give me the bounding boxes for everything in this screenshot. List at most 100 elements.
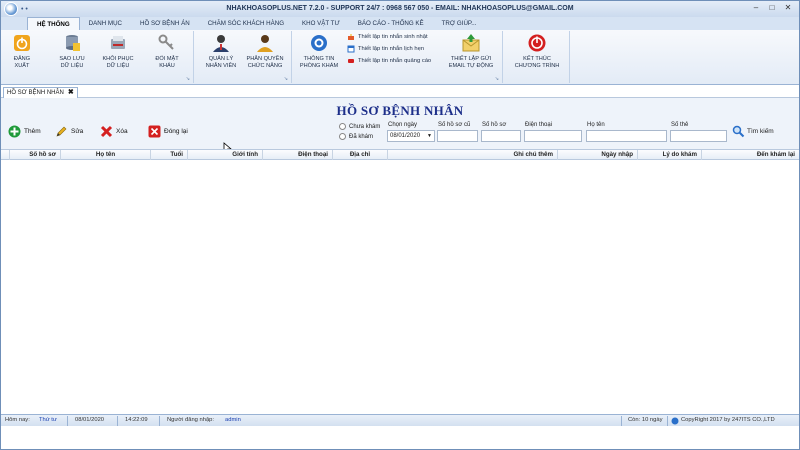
- col-dien-thoai[interactable]: Điện thoại: [263, 150, 333, 160]
- nguoi-dang-nhap-label: Người đăng nhập:: [167, 417, 215, 423]
- window-controls: – □ ✕: [749, 2, 795, 14]
- logout-icon: [14, 35, 30, 51]
- tin-nhan-quang-cao-button[interactable]: Thiết lập tin nhắn quảng cáo: [347, 57, 431, 65]
- xoa-label: Xóa: [116, 128, 128, 135]
- col-gioi-tinh[interactable]: Giới tính: [188, 150, 263, 160]
- exit-icon: [528, 34, 546, 52]
- radio-circle[interactable]: [339, 123, 346, 130]
- tin-nhan-sinh-nhat-label: Thiết lập tin nhắn sinh nhật: [358, 34, 428, 40]
- sua-label: Sửa: [71, 128, 84, 135]
- so-ho-so-cu-label: Số hồ sơ cũ: [438, 122, 471, 128]
- so-the-label: Số thẻ: [671, 122, 689, 128]
- maximize-icon[interactable]: □: [765, 2, 779, 14]
- email-tu-dong-button[interactable]: THIẾT LẬP GỬI EMAIL TỰ ĐỘNG: [443, 33, 499, 69]
- status-divider: [621, 416, 622, 426]
- col-ho-ten[interactable]: Họ tên: [61, 150, 151, 160]
- col-ly-do-kham[interactable]: Lý do khám: [638, 150, 702, 160]
- radio-da-kham[interactable]: Đã khám: [339, 133, 380, 140]
- radio-da-kham-label: Đã khám: [349, 133, 374, 140]
- ribbon-tabs: HỆ THỐNG DANH MỤC HỒ SƠ BỆNH ÁN CHĂM SÓC…: [1, 17, 799, 30]
- window-title: NHAKHOASOPLUS.NET 7.2.0 - SUPPORT 24/7 :…: [226, 5, 574, 12]
- exam-status-filter: Chưa khám Đã khám: [339, 123, 380, 143]
- row-indicator-header: [1, 150, 10, 160]
- tin-nhan-lich-hen-button[interactable]: Thiết lập tin nhắn lịch hẹn: [347, 45, 424, 53]
- tin-nhan-lich-hen-label: Thiết lập tin nhắn lịch hẹn: [358, 46, 425, 52]
- dang-xuat-label: ĐĂNG XUẤT: [13, 56, 31, 69]
- group-expand-icon[interactable]: ↘: [186, 76, 190, 82]
- col-ngay-nhap[interactable]: Ngày nhập: [558, 150, 638, 160]
- date-picker[interactable]: 08/01/2020 ▼: [387, 130, 435, 142]
- radio-chua-kham[interactable]: Chưa khám: [339, 123, 380, 130]
- doc-tab-label: HỒ SƠ BỆNH NHÂN: [7, 90, 64, 96]
- restore-icon: [111, 36, 125, 49]
- khoi-phuc-button[interactable]: KHÔI PHỤC DỮ LIỆU: [100, 33, 136, 69]
- email-tu-dong-label-1: THIẾT LẬP GỬI: [450, 56, 492, 62]
- col-ghi-chu-them[interactable]: Ghi chú thêm: [388, 150, 558, 160]
- phan-quyen-label-1: PHÂN QUYỀN: [246, 56, 284, 62]
- status-date: 08/01/2020: [75, 417, 105, 423]
- ho-ten-input[interactable]: [586, 130, 667, 142]
- sao-luu-button[interactable]: SAO LƯU DỮ LIỆU: [55, 33, 89, 69]
- thong-tin-label-1: THÔNG TIN: [303, 56, 335, 62]
- col-den-kham-lai[interactable]: Đến khám lại: [702, 150, 799, 160]
- close-tab-icon[interactable]: ✖: [68, 88, 74, 98]
- xoa-button[interactable]: Xóa: [100, 125, 128, 138]
- dang-xuat-button[interactable]: ĐĂNG XUẤT: [7, 33, 37, 69]
- tab-danh-muc[interactable]: DANH MỤC: [80, 17, 131, 30]
- bottom-band: [1, 426, 799, 449]
- col-so-ho-so[interactable]: Số hồ sơ: [10, 150, 61, 160]
- title-bar: • • NHAKHOASOPLUS.NET 7.2.0 - SUPPORT 24…: [1, 1, 799, 17]
- doi-mat-khau-label-1: ĐỔI MẬT: [155, 56, 179, 62]
- tab-kho-vat-tu[interactable]: KHO VẬT TƯ: [293, 17, 349, 30]
- dong-lai-button[interactable]: Đóng lại: [148, 125, 188, 138]
- so-ho-so-cu-input[interactable]: [437, 130, 478, 142]
- so-ho-so-input[interactable]: [481, 130, 521, 142]
- quan-ly-nhan-vien-label-2: NHÂN VIÊN: [205, 62, 237, 69]
- tab-he-thong[interactable]: HỆ THỐNG: [27, 17, 80, 30]
- tab-ho-so-benh-an[interactable]: HỒ SƠ BỆNH ÁN: [131, 17, 199, 30]
- doc-tab-ho-so-benh-nhan[interactable]: HỒ SƠ BỆNH NHÂN ✖: [3, 87, 78, 98]
- tin-nhan-sinh-nhat-button[interactable]: Thiết lập tin nhắn sinh nhật: [347, 33, 428, 41]
- doi-mat-khau-button[interactable]: ĐỔI MẬT KHẨU: [151, 33, 183, 69]
- key-icon: [158, 34, 174, 50]
- col-tuoi[interactable]: Tuổi: [151, 150, 188, 160]
- status-divider: [159, 416, 160, 426]
- tim-kiem-button[interactable]: Tìm kiếm: [732, 125, 774, 138]
- thong-tin-label-2: PHÒNG KHÁM: [299, 62, 339, 69]
- phan-quyen-button[interactable]: PHÂN QUYỀN CHỨC NĂNG: [245, 33, 285, 69]
- them-button[interactable]: Thêm: [8, 125, 41, 138]
- tab-bao-cao-thong-ke[interactable]: BÁO CÁO - THỐNG KÊ: [349, 17, 433, 30]
- add-icon: [8, 125, 21, 138]
- company-logo-icon: [671, 417, 679, 425]
- quick-access-toolbar[interactable]: • •: [21, 6, 28, 13]
- khoi-phuc-label-1: KHÔI PHỤC: [102, 56, 134, 62]
- copyright-text: CopyRight 2017 by 247ITS CO.,LTD: [681, 417, 775, 423]
- group-thiet-lap: THÔNG TIN PHÒNG KHÁM Thiết lập tin nhắn …: [293, 31, 503, 83]
- patient-grid-body[interactable]: [1, 160, 799, 414]
- quan-ly-nhan-vien-button[interactable]: QUẢN LÝ NHÂN VIÊN: [203, 33, 239, 69]
- logged-in-user: admin: [225, 417, 241, 423]
- grid-header: Số hồ sơ Họ tên Tuổi Giới tính Điện thoạ…: [1, 149, 799, 160]
- group-expand-icon[interactable]: ↘: [284, 76, 288, 82]
- ket-thuc-label-2: CHƯƠNG TRÌNH: [514, 62, 560, 69]
- tin-nhan-quang-cao-label: Thiết lập tin nhắn quảng cáo: [358, 58, 432, 64]
- app-logo-icon[interactable]: [4, 2, 18, 16]
- chevron-down-icon[interactable]: ▼: [427, 131, 432, 141]
- group-expand-icon[interactable]: ↘: [495, 76, 499, 82]
- ribbon-panel: ĐĂNG XUẤT SAO LƯU DỮ LIỆU KHÔI PHỤC DỮ L…: [1, 30, 799, 85]
- dong-lai-label: Đóng lại: [164, 128, 188, 135]
- doi-mat-khau-label-2: KHẨU: [159, 62, 175, 69]
- tab-cham-soc-khach-hang[interactable]: CHĂM SÓC KHÁCH HÀNG: [199, 17, 293, 30]
- status-divider: [667, 416, 668, 426]
- thong-tin-phong-kham-button[interactable]: THÔNG TIN PHÒNG KHÁM: [297, 33, 341, 69]
- ket-thuc-button[interactable]: KẾT THÚC CHƯƠNG TRÌNH: [510, 33, 564, 69]
- tab-tro-giup[interactable]: TRỢ GIÚP...: [433, 17, 486, 30]
- col-dia-chi[interactable]: Địa chỉ: [333, 150, 388, 160]
- dien-thoai-input[interactable]: [524, 130, 582, 142]
- close-icon[interactable]: ✕: [781, 2, 795, 14]
- sua-button[interactable]: Sửa: [55, 125, 83, 138]
- minimize-icon[interactable]: –: [749, 2, 763, 14]
- so-the-input[interactable]: [670, 130, 727, 142]
- radio-circle[interactable]: [339, 133, 346, 140]
- ket-thuc-label-1: KẾT THÚC: [523, 56, 551, 62]
